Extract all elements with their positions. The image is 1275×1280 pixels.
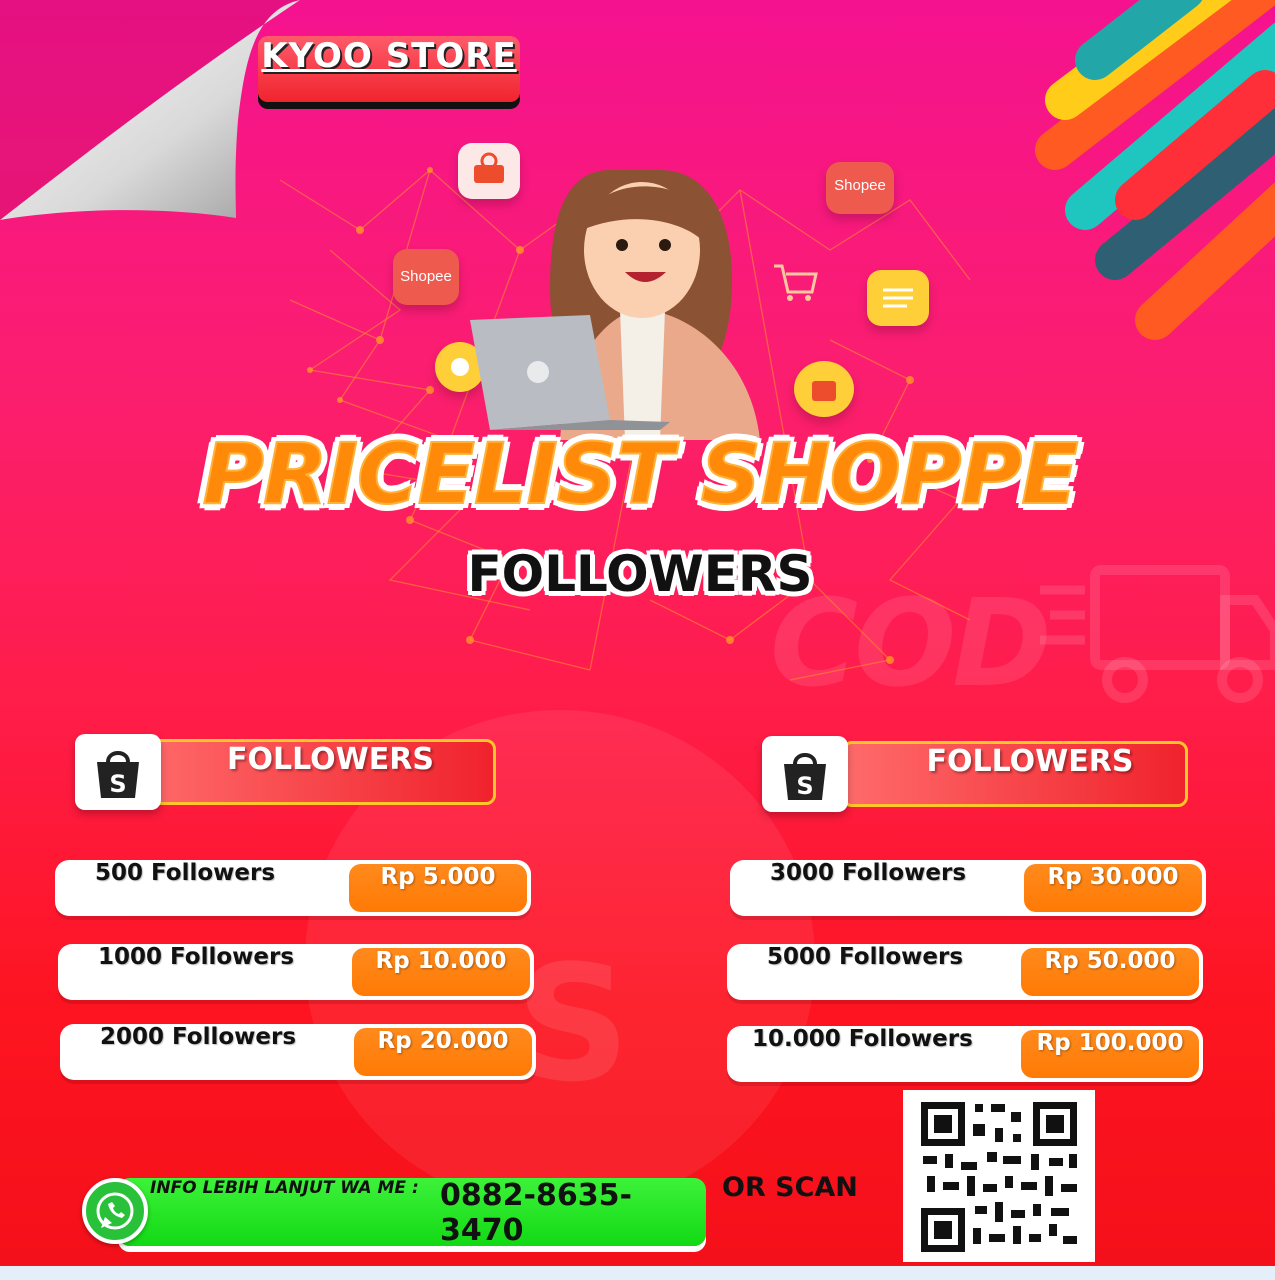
price-tag: Rp 100.000 bbox=[1021, 1030, 1199, 1078]
contact-bar[interactable]: INFO LEBIH LANJUT WA ME : 0882-8635-3470 bbox=[118, 1178, 706, 1248]
price-row: 1000 Followers Rp 10.000 bbox=[58, 944, 534, 1000]
svg-text:S: S bbox=[796, 772, 813, 800]
page-title: PRICELIST SHOPPE bbox=[201, 424, 1079, 524]
price-value: Rp 50.000 bbox=[1044, 948, 1176, 974]
price-tag: Rp 10.000 bbox=[352, 948, 530, 996]
package-quantity: 1000 Followers bbox=[98, 944, 295, 970]
qr-code-icon[interactable] bbox=[903, 1090, 1095, 1262]
price-tag: Rp 30.000 bbox=[1024, 864, 1202, 912]
price-row: 2000 Followers Rp 20.000 bbox=[60, 1024, 536, 1080]
contact-label: INFO LEBIH LANJUT WA ME : bbox=[150, 1178, 419, 1198]
whatsapp-icon[interactable] bbox=[82, 1178, 148, 1244]
shopee-label-right: Shopee bbox=[834, 177, 886, 194]
bottom-strip bbox=[0, 1266, 1275, 1280]
package-quantity: 5000 Followers bbox=[767, 944, 964, 970]
price-value: Rp 5.000 bbox=[380, 864, 496, 890]
shopee-bag-icon: S bbox=[75, 734, 161, 810]
shopee-label-left: Shopee bbox=[400, 268, 452, 285]
store-name-badge: KYOO STORE bbox=[258, 36, 520, 102]
price-row: 500 Followers Rp 5.000 bbox=[55, 860, 531, 916]
page-curl-decoration bbox=[0, 0, 300, 220]
price-value: Rp 100.000 bbox=[1036, 1030, 1184, 1056]
store-name: KYOO STORE bbox=[261, 36, 517, 76]
column-header-right: FOLLOWERS S bbox=[762, 736, 1188, 812]
column-header-label: FOLLOWERS bbox=[227, 742, 434, 777]
column-header-left: FOLLOWERS S bbox=[75, 734, 496, 810]
shopee-chat-bubble-left: Shopee bbox=[393, 249, 459, 305]
price-tag: Rp 5.000 bbox=[349, 864, 527, 912]
package-quantity: 3000 Followers bbox=[770, 860, 967, 886]
price-row: 3000 Followers Rp 30.000 bbox=[730, 860, 1206, 916]
column-header-bar: FOLLOWERS bbox=[842, 741, 1188, 807]
price-tag: Rp 20.000 bbox=[354, 1028, 532, 1076]
package-quantity: 500 Followers bbox=[95, 860, 276, 886]
price-value: Rp 10.000 bbox=[375, 948, 507, 974]
shopee-bag-icon: S bbox=[762, 736, 848, 812]
column-header-bar: FOLLOWERS bbox=[135, 739, 496, 805]
package-quantity: 2000 Followers bbox=[100, 1024, 297, 1050]
price-row: 5000 Followers Rp 50.000 bbox=[727, 944, 1203, 1000]
shopee-chat-bubble-right: Shopee bbox=[826, 162, 894, 214]
page-subtitle: FOLLOWERS bbox=[467, 545, 813, 603]
price-row: 10.000 Followers Rp 100.000 bbox=[727, 1026, 1203, 1082]
package-quantity: 10.000 Followers bbox=[752, 1026, 973, 1052]
woman-with-laptop-illustration bbox=[470, 170, 760, 440]
price-value: Rp 30.000 bbox=[1047, 864, 1179, 890]
chat-icon bbox=[867, 270, 929, 326]
title-block: PRICELIST SHOPPE FOLLOWERS bbox=[150, 405, 1130, 635]
price-tag: Rp 50.000 bbox=[1021, 948, 1199, 996]
color-stripes-decoration bbox=[1035, 0, 1275, 340]
poster-background: S COD KYOO STORE Shopee Shopee PRICELIST… bbox=[0, 0, 1275, 1266]
or-scan-label: OR SCAN bbox=[722, 1172, 858, 1203]
svg-text:S: S bbox=[109, 770, 126, 798]
whatsapp-phone-number[interactable]: 0882-8635-3470 bbox=[440, 1178, 706, 1248]
column-header-label: FOLLOWERS bbox=[926, 744, 1134, 779]
price-value: Rp 20.000 bbox=[377, 1028, 509, 1054]
